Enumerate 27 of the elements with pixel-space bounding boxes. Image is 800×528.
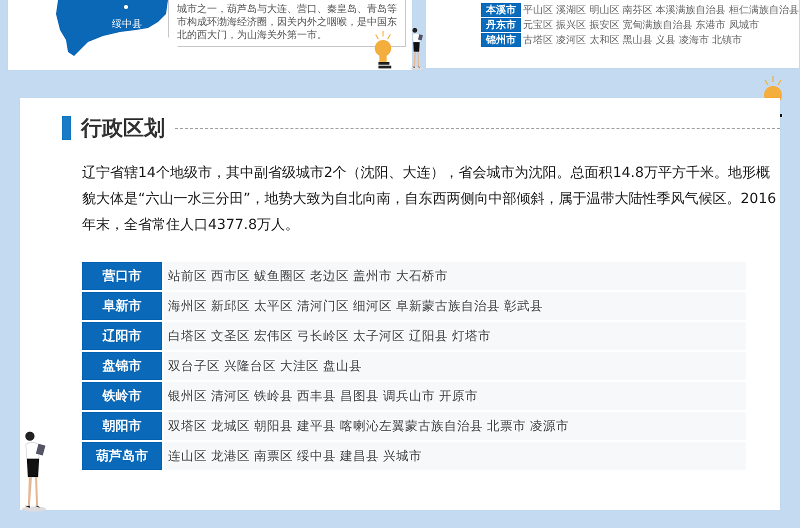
city-cell: 葫芦岛市 (82, 442, 162, 470)
districts-cell: 连山区 龙港区 南票区 绥中县 建昌县 兴城市 (164, 442, 746, 470)
city-cell: 辽阳市 (82, 322, 162, 350)
districts-cell: 双台子区 兴隆台区 大洼区 盘山县 (164, 352, 746, 380)
callout-text: 城市之一，葫芦岛与大连、营口、秦皇岛、青岛等 (177, 3, 397, 16)
callout-text: 市构成环渤海经济圈，因关内外之咽喉，是中国东 (177, 16, 397, 29)
districts-cell: 站前区 西市区 鲅鱼圈区 老边区 盖州市 大石桥市 (164, 262, 746, 290)
intro-paragraph: 辽宁省辖14个地级市，其中副省级城市2个（沈阳、大连），省会城市为沈阳。总面积14.8万平方千米。地形概貌大体是“六山一水三分田”，地势大致为自北向南，自东西两侧向中部倾斜，属于温带大陆性季风气候区。2016年末，全省常住人口4377.8万人。 (82, 164, 778, 235)
city-cell: 朝阳市 (82, 412, 162, 440)
city-cell: 营口市 (82, 262, 162, 290)
city-cell: 盘锦市 (82, 352, 162, 380)
districts-cell: 海州区 新邱区 太平区 清河门区 细河区 阜新蒙古族自治县 彰武县 (164, 292, 746, 320)
districts-cell: 白塔区 文圣区 宏伟区 弓长岭区 太子河区 辽阳县 灯塔市 (164, 322, 746, 350)
city-cell: 阜新市 (82, 292, 162, 320)
districts-cell-text: 古塔区 凌河区 太和区 黑山县 义县 凌海市 北镇市 (523, 34, 742, 47)
title-accent-bar (62, 116, 71, 140)
districts-cell: 银州区 清河区 铁岭县 西丰县 昌图县 调兵山市 开原市 (164, 382, 746, 410)
districts-cell-text: 平山区 溪湖区 明山区 南芬区 本溪满族自治县 桓仁满族自治县 (523, 4, 799, 17)
map-label: 绥中县 (112, 19, 142, 30)
section-title: 行政区划 (81, 115, 165, 142)
city-cell: 丹东市 (481, 18, 521, 32)
districts-cell: 双塔区 龙城区 朝阳县 建平县 喀喇沁左翼蒙古族自治县 北票市 凌源市 (164, 412, 746, 440)
districts-cell-text: 元宝区 振兴区 振安区 宽甸满族自治县 东港市 凤城市 (523, 18, 759, 32)
city-cell: 锦州市 (481, 33, 521, 47)
city-cell: 铁岭市 (82, 382, 162, 410)
city-cell: 本溪市 (481, 3, 521, 17)
callout-text: 北的西大门，为山海关外第一市。 (177, 29, 328, 42)
